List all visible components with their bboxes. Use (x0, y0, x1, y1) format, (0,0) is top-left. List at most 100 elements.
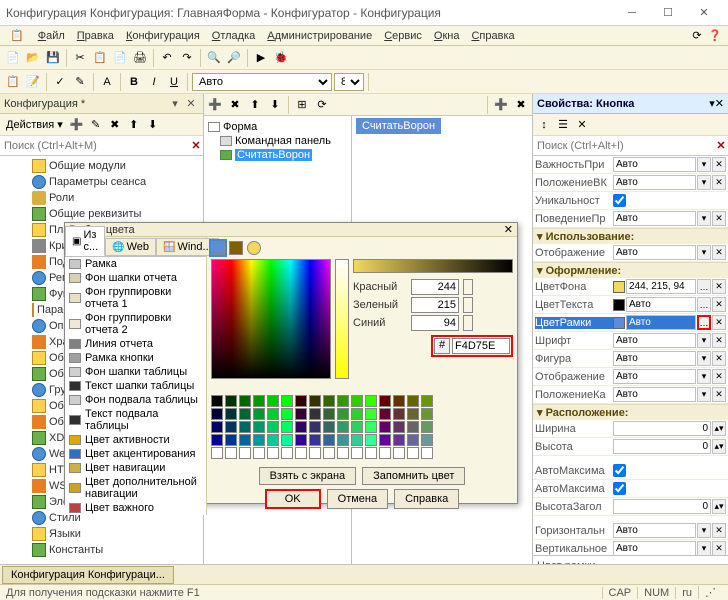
spin-icon[interactable] (463, 315, 473, 331)
palette-swatch[interactable] (379, 395, 391, 407)
cancel-button[interactable]: Отмена (327, 489, 388, 509)
red-input[interactable] (411, 279, 459, 295)
color-list-item[interactable]: Цвет дополнительной навигации (65, 475, 206, 501)
menu-правка[interactable]: Правка (71, 28, 120, 44)
redo-icon[interactable]: ↷ (178, 49, 196, 67)
prop-row[interactable]: ВажностьПриАвто▾✕ (533, 156, 728, 174)
palette-swatch[interactable] (225, 395, 237, 407)
palette-swatch[interactable] (281, 434, 293, 446)
prop-row[interactable]: АвтоМаксима (533, 480, 728, 498)
custom-swatch[interactable] (253, 447, 265, 459)
color-list-item[interactable]: Цвет навигации (65, 461, 206, 475)
prop-row[interactable]: ЦветРамкиАвто…✕ (533, 314, 728, 332)
palette-swatch[interactable] (421, 408, 433, 420)
palette-swatch[interactable] (211, 408, 223, 420)
search-clear-icon[interactable]: ✕ (714, 139, 728, 152)
custom-swatch[interactable] (267, 447, 279, 459)
properties-search-input[interactable] (533, 138, 714, 154)
menu-администрирование[interactable]: Администрирование (261, 28, 378, 44)
palette-swatch[interactable] (281, 395, 293, 407)
palette-swatch[interactable] (393, 434, 405, 446)
palette-swatch[interactable] (393, 421, 405, 433)
bold-icon[interactable]: B (125, 73, 143, 91)
prop-row[interactable]: ОтображениеАвто▾✕ (533, 244, 728, 262)
palette-swatch[interactable] (309, 408, 321, 420)
swatch-grid[interactable] (211, 395, 513, 459)
form-tree-cmdpanel[interactable]: Командная панель (208, 134, 347, 148)
reload-icon[interactable]: ⟳ (688, 27, 706, 45)
palette-swatch[interactable] (421, 421, 433, 433)
custom-swatch[interactable] (281, 447, 293, 459)
custom-swatch[interactable] (323, 447, 335, 459)
delete-icon[interactable]: ✖ (512, 96, 530, 114)
palette-swatch[interactable] (239, 395, 251, 407)
copy-icon[interactable]: 📋 (91, 49, 109, 67)
custom-swatch[interactable] (393, 447, 405, 459)
doc-tab[interactable]: Конфигурация Конфигураци... (2, 566, 174, 584)
up-icon[interactable]: ⬆ (125, 116, 143, 134)
palette-swatch[interactable] (211, 434, 223, 446)
add-icon[interactable]: ➕ (206, 96, 224, 114)
help-button[interactable]: Справка (394, 489, 459, 509)
menu-конфигурация[interactable]: Конфигурация (120, 28, 206, 44)
palette-swatch[interactable] (337, 395, 349, 407)
color-list-item[interactable]: Цвет активности (65, 433, 206, 447)
palette-swatch[interactable] (393, 395, 405, 407)
form-tree-root[interactable]: Форма (208, 120, 347, 134)
custom-swatch[interactable] (337, 447, 349, 459)
menu-отладка[interactable]: Отладка (206, 28, 262, 44)
tree-item[interactable]: Общие модули (0, 158, 203, 174)
prop-row[interactable]: ОтображениеАвто▾✕ (533, 368, 728, 386)
size-select[interactable]: 8 (334, 73, 364, 91)
palette-swatch[interactable] (407, 408, 419, 420)
search-icon[interactable]: 🔍 (205, 49, 223, 67)
cut-icon[interactable]: ✂ (71, 49, 89, 67)
palette-swatch[interactable] (211, 421, 223, 433)
palette-swatch[interactable] (323, 408, 335, 420)
zoom-icon[interactable]: 🔎 (225, 49, 243, 67)
menu-сервис[interactable]: Сервис (378, 28, 428, 44)
ok-button[interactable]: OK (265, 489, 321, 509)
palette-swatch[interactable] (337, 434, 349, 446)
palette-swatch[interactable] (295, 434, 307, 446)
palette-swatch[interactable] (225, 434, 237, 446)
palette-swatch[interactable] (281, 421, 293, 433)
palette-swatch[interactable] (421, 395, 433, 407)
font-select[interactable]: Авто (192, 73, 332, 91)
sort-icon[interactable]: ↕ (535, 116, 553, 134)
palette-swatch[interactable] (365, 421, 377, 433)
prop-row[interactable]: ЦветФона244, 215, 94…✕ (533, 278, 728, 296)
palette-swatch[interactable] (239, 408, 251, 420)
color-list-item[interactable]: Фон шапки отчета (65, 271, 206, 285)
preview-button[interactable]: СчитатьВорон (356, 118, 441, 134)
tree-item[interactable]: Языки (0, 526, 203, 542)
prop-row[interactable]: Ширина0▴▾ (533, 420, 728, 438)
palette-swatch[interactable] (323, 395, 335, 407)
add-icon[interactable]: ➕ (492, 96, 510, 114)
custom-swatch[interactable] (421, 447, 433, 459)
search-clear-icon[interactable]: ✕ (189, 139, 203, 152)
palette-swatch[interactable] (323, 434, 335, 446)
palette-swatch[interactable] (393, 408, 405, 420)
config-search-input[interactable] (0, 138, 189, 154)
swatch-preview[interactable] (211, 241, 225, 255)
prop-row[interactable]: ВысотаЗагол0▴▾ (533, 498, 728, 516)
palette-swatch[interactable] (267, 421, 279, 433)
spin-icon[interactable] (463, 297, 473, 313)
palette-swatch[interactable] (365, 395, 377, 407)
panel-close-icon[interactable]: ✕ (183, 96, 199, 112)
blue-input[interactable] (411, 315, 459, 331)
prop-row[interactable]: ШрифтАвто▾✕ (533, 332, 728, 350)
check-icon[interactable]: ✓ (51, 73, 69, 91)
palette-swatch[interactable] (351, 408, 363, 420)
palette-swatch[interactable] (225, 408, 237, 420)
help-icon[interactable]: ❓ (706, 27, 724, 45)
color-list-item[interactable]: Фон группировки отчета 1 (65, 285, 206, 311)
minimize-button[interactable]: ─ (614, 2, 650, 24)
add-icon[interactable]: ➕ (68, 116, 86, 134)
color-list-item[interactable]: Цвет акцентирования (65, 447, 206, 461)
prop-row[interactable]: ПоложениеВКАвто▾✕ (533, 174, 728, 192)
color-list-item[interactable]: Линия отчета (65, 337, 206, 351)
save-icon[interactable]: 💾 (44, 49, 62, 67)
tree-item[interactable]: Параметры сеанса (0, 174, 203, 190)
